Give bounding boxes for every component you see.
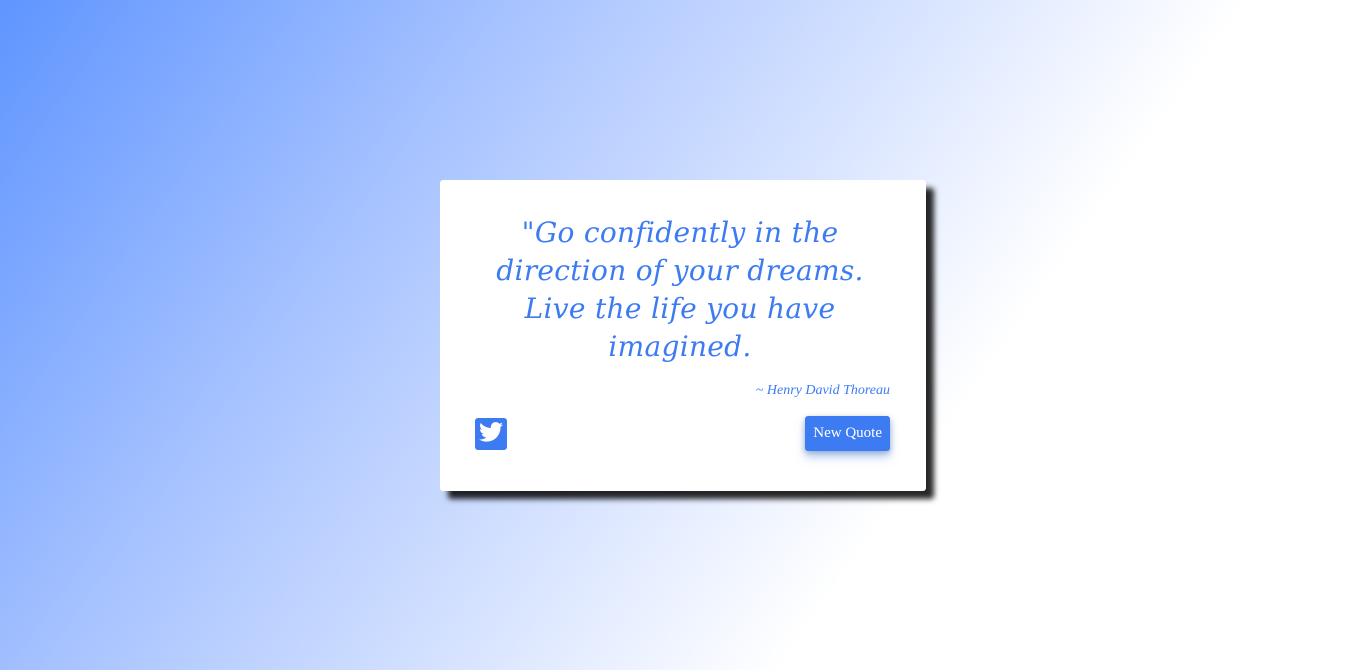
quote-text: "Go confidently in the direction of your… [496, 216, 864, 363]
quote-author: ~ Henry David Thoreau [755, 383, 890, 398]
tweet-button[interactable] [475, 418, 507, 450]
new-quote-button[interactable]: New Quote [805, 416, 890, 451]
quote-card: "Go confidently in the direction of your… [440, 180, 926, 491]
twitter-icon [479, 421, 503, 447]
